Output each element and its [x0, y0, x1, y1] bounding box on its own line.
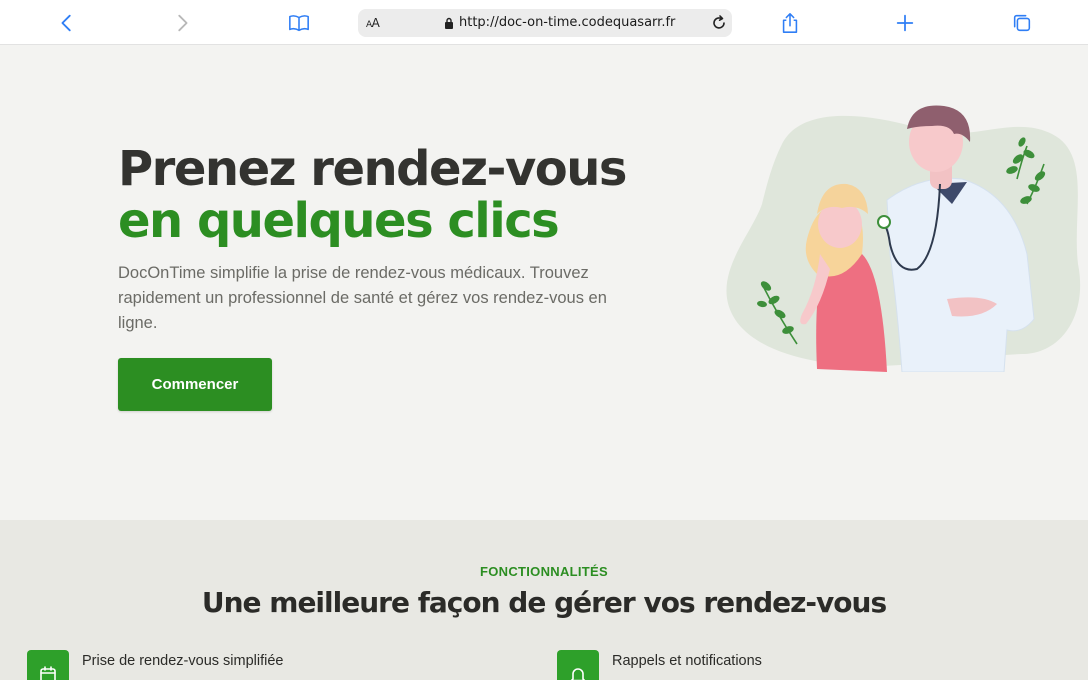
features-eyebrow: FONCTIONNALITÉS — [480, 564, 608, 579]
back-icon[interactable] — [55, 11, 79, 35]
start-button[interactable]: Commencer — [118, 358, 272, 411]
feature-title-reminders: Rappels et notifications — [612, 653, 762, 669]
forward-icon[interactable] — [170, 11, 194, 35]
hero-description: DocOnTime simplifie la prise de rendez-v… — [118, 264, 607, 332]
doctor-patient-illustration — [726, 105, 1081, 372]
hero-title-line2: en quelques clics — [118, 193, 560, 249]
feature-calendar-badge — [27, 650, 69, 680]
features-section: FONCTIONNALITÉS Une meilleure façon de g… — [0, 520, 1088, 680]
feature-bell-badge — [557, 650, 599, 680]
features-heading: Une meilleure façon de gérer vos rendez-… — [201, 586, 887, 619]
hero-section: Prenez rendez-vous en quelques clics Doc… — [0, 46, 1088, 520]
url-text[interactable]: http://doc-on-time.codequasarr.fr — [459, 15, 675, 30]
reload-icon[interactable] — [710, 14, 728, 32]
hero-title-line1: Prenez rendez-vous — [118, 141, 627, 197]
feature-title-booking: Prise de rendez-vous simplifiée — [82, 653, 284, 669]
reader-mode-button[interactable]: AA — [366, 16, 380, 30]
address-bar[interactable]: AA http://doc-on-time.codequasarr.fr — [358, 9, 732, 37]
hero-title: Prenez rendez-vous en quelques clics — [118, 141, 627, 249]
tabs-icon[interactable] — [1010, 11, 1034, 35]
bell-icon — [570, 668, 586, 680]
calendar-icon — [40, 666, 56, 680]
bookmarks-icon[interactable] — [287, 11, 311, 35]
new-tab-icon[interactable] — [893, 11, 917, 35]
lock-icon — [445, 17, 453, 29]
share-icon[interactable] — [778, 11, 802, 35]
browser-toolbar: AA http://doc-on-time.codequasarr.fr — [0, 0, 1088, 45]
